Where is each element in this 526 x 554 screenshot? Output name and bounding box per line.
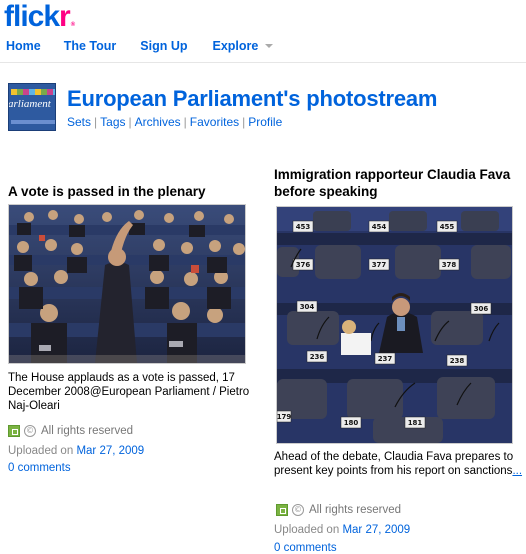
- seat-label: 237: [378, 355, 393, 363]
- seat-label: 378: [442, 261, 457, 269]
- photo-thumbnail-plenary-vote[interactable]: [8, 204, 246, 364]
- subnav-archives[interactable]: Archives: [135, 115, 181, 129]
- divider: |: [94, 115, 98, 129]
- subnav-tags[interactable]: Tags: [100, 115, 125, 129]
- uploaded-label: Uploaded on: [274, 524, 340, 536]
- claudia-fava-image: 453 454 455 376 377 378 304 306 236 237 …: [277, 207, 512, 443]
- upload-date-link[interactable]: Mar 27, 2009: [76, 445, 144, 457]
- divider: |: [128, 115, 132, 129]
- logo-text-blue: flick: [4, 0, 60, 33]
- photostream-subnav: Sets | Tags | Archives | Favorites | Profile: [67, 114, 282, 130]
- top-navigation: Home The Tour Sign Up Explore: [6, 38, 274, 54]
- avatar-stripe: [11, 120, 55, 124]
- logo-text-pink: r: [59, 0, 71, 33]
- comments-link[interactable]: 0 comments: [274, 542, 337, 554]
- seat-label: 181: [408, 419, 423, 427]
- divider: |: [183, 115, 187, 129]
- privacy-public-icon[interactable]: [276, 504, 288, 516]
- upload-date-link[interactable]: Mar 27, 2009: [342, 524, 410, 536]
- upload-info: Uploaded on Mar 27, 2009: [274, 523, 474, 537]
- plenary-vote-image: [9, 205, 245, 363]
- read-more-link[interactable]: ...: [512, 465, 522, 477]
- privacy-public-icon[interactable]: [8, 425, 20, 437]
- seat-label: 306: [474, 305, 489, 313]
- upload-info: Uploaded on Mar 27, 2009: [8, 444, 208, 458]
- photo-title[interactable]: Immigration rapporteur Claudia Fava befo…: [274, 166, 524, 200]
- photo-title[interactable]: A vote is passed in the plenary: [8, 183, 258, 200]
- seat-label: 236: [310, 353, 325, 361]
- seat-label: 180: [344, 419, 359, 427]
- copyright-icon: ©: [24, 425, 36, 437]
- registered-mark: ®: [70, 22, 76, 28]
- license-text[interactable]: All rights reserved: [41, 424, 133, 438]
- subnav-sets[interactable]: Sets: [67, 115, 91, 129]
- license-text[interactable]: All rights reserved: [309, 503, 401, 517]
- chevron-down-icon[interactable]: [265, 44, 274, 48]
- photo-caption: Ahead of the debate, Claudia Fava prepar…: [274, 450, 526, 478]
- subnav-favorites[interactable]: Favorites: [190, 115, 239, 129]
- subnav-profile[interactable]: Profile: [248, 115, 282, 129]
- flickr-logo[interactable]: flickr®: [4, 0, 76, 34]
- photo-card-fava: Immigration rapporteur Claudia Fava befo…: [274, 166, 524, 554]
- caption-text: Ahead of the debate, Claudia Fava prepar…: [274, 451, 514, 477]
- page-title: European Parliament's photostream: [67, 86, 438, 111]
- nav-home[interactable]: Home: [6, 38, 41, 54]
- header-divider: [0, 62, 526, 63]
- avatar[interactable]: arliament: [8, 83, 56, 131]
- seat-label: 376: [296, 261, 311, 269]
- photo-card-vote: A vote is passed in the plenary The Hous…: [8, 183, 258, 474]
- avatar-text: arliament: [8, 98, 51, 110]
- seat-label: 453: [296, 223, 311, 231]
- photo-caption: The House applauds as a vote is passed, …: [8, 372, 250, 412]
- comments-row: 0 comments: [274, 541, 337, 554]
- seat-label: 304: [300, 303, 315, 311]
- copyright-icon: ©: [292, 504, 304, 516]
- nav-explore[interactable]: Explore: [213, 38, 259, 54]
- avatar-color-strip: [11, 89, 55, 95]
- seat-label: 179: [277, 413, 291, 421]
- license-row: © All rights reserved: [8, 424, 208, 438]
- seat-label: 238: [450, 357, 465, 365]
- comments-row: 0 comments: [8, 461, 71, 475]
- nav-sign-up[interactable]: Sign Up: [140, 38, 187, 54]
- photo-thumbnail-claudia-fava[interactable]: 453 454 455 376 377 378 304 306 236 237 …: [276, 206, 513, 444]
- uploaded-label: Uploaded on: [8, 445, 74, 457]
- license-row: © All rights reserved: [276, 503, 476, 517]
- seat-label: 377: [372, 261, 387, 269]
- seat-label: 455: [440, 223, 455, 231]
- seat-label: 454: [372, 223, 387, 231]
- nav-the-tour[interactable]: The Tour: [64, 38, 117, 54]
- comments-link[interactable]: 0 comments: [8, 462, 71, 474]
- divider: |: [242, 115, 246, 129]
